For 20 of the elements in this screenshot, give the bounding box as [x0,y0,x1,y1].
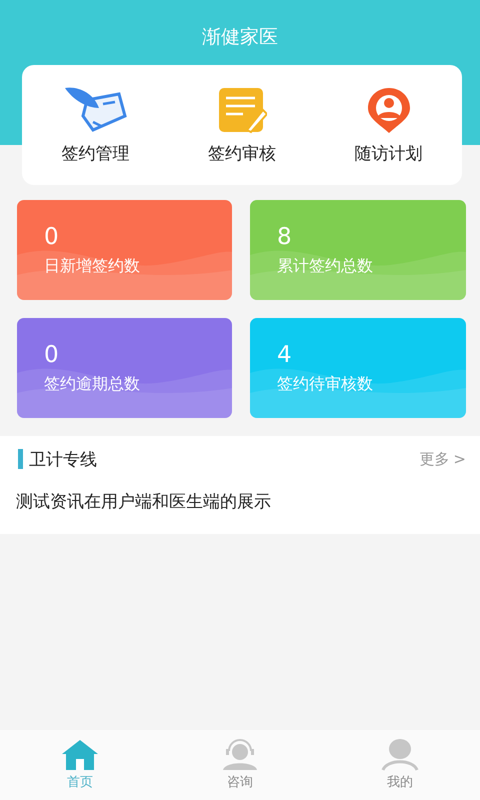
headset-person-icon [221,739,259,771]
stat-card[interactable]: 8 累计签约总数 [250,200,466,300]
note-pen-icon [216,86,267,134]
person-icon [381,739,419,771]
stat-card[interactable]: 0 签约逾期总数 [17,318,232,418]
accent-bar [18,449,23,469]
section-title: 卫计专线 [29,448,98,470]
shortcut-item[interactable]: 签约审核 [182,86,302,164]
app-title: 渐健家医 [202,25,278,50]
stat-card[interactable]: 4 签约待审核数 [250,318,466,418]
shortcut-item[interactable]: 随访计划 [328,86,449,164]
stat-card[interactable]: 0 日新增签约数 [17,200,232,300]
news-item[interactable]: 测试资讯在用户端和医生端的展示 [0,482,480,521]
quill-document-icon [63,86,128,134]
nav-tab[interactable]: 首页 [40,739,120,791]
more-link[interactable]: 更多 > [419,450,466,468]
nav-tab[interactable]: 咨询 [200,739,280,791]
shortcut-item[interactable]: 签约管理 [35,86,156,164]
home-icon [61,739,99,771]
nav-tab[interactable]: 我的 [360,739,440,791]
